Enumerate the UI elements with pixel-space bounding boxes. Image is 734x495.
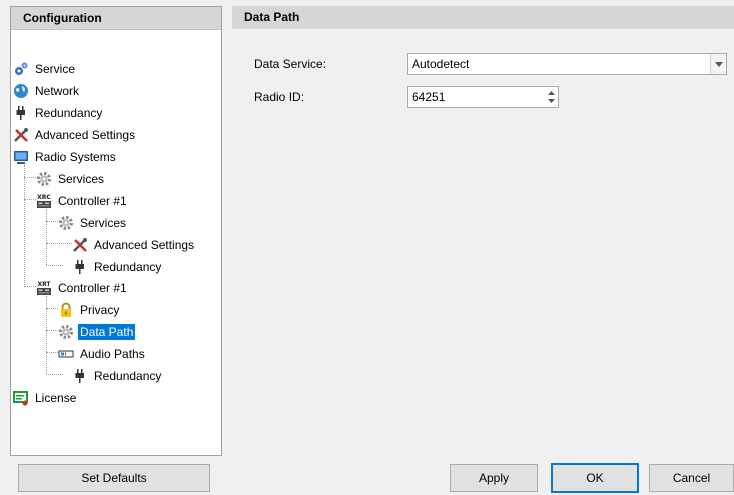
data-path-panel: Data Path Data Service: Autodetect Radio… xyxy=(232,6,734,456)
data-service-label: Data Service: xyxy=(254,57,327,71)
data-service-combobox[interactable]: Autodetect xyxy=(407,53,727,75)
tree-item-xrt-redundancy[interactable]: Redundancy xyxy=(72,366,163,385)
plug-icon xyxy=(13,105,29,121)
gear-icon xyxy=(36,171,52,187)
xrc-controller-icon: XRC xyxy=(36,193,52,209)
plug-icon xyxy=(72,368,88,384)
svg-text:XRC: XRC xyxy=(37,194,51,201)
gear-icon xyxy=(58,324,74,340)
tree-item-xrc-services[interactable]: Services xyxy=(58,213,128,232)
tree-item-controller-xrt[interactable]: XRT Controller #1 xyxy=(36,278,129,297)
tree-item-advanced-settings[interactable]: Advanced Settings xyxy=(13,125,137,144)
audio-path-icon xyxy=(58,346,74,362)
configuration-panel: Configuration Service Network Redundancy… xyxy=(10,6,222,456)
tools-icon xyxy=(13,127,29,143)
data-service-value: Autodetect xyxy=(412,57,470,71)
tree-item-xrc-advanced-settings[interactable]: Advanced Settings xyxy=(72,235,196,254)
tree-item-network[interactable]: Network xyxy=(13,81,81,100)
globe-icon xyxy=(13,83,29,99)
monitor-icon xyxy=(13,149,29,165)
tree-item-xrc-redundancy[interactable]: Redundancy xyxy=(72,257,163,276)
tools-icon xyxy=(72,237,88,253)
radio-id-value: 64251 xyxy=(412,90,446,104)
set-defaults-button[interactable]: Set Defaults xyxy=(18,464,210,492)
svg-text:XRT: XRT xyxy=(37,281,51,288)
configuration-tree: Service Network Redundancy Advanced Sett… xyxy=(11,30,221,455)
chevron-down-icon[interactable] xyxy=(710,54,726,74)
gear-icon xyxy=(58,215,74,231)
tree-item-controller-xrc[interactable]: XRC Controller #1 xyxy=(36,191,129,210)
panel-title: Data Path xyxy=(232,6,734,29)
tree-item-services[interactable]: Services xyxy=(36,169,106,188)
gears-icon xyxy=(13,61,29,77)
tree-item-license[interactable]: License xyxy=(13,388,78,407)
spinner-arrows-icon[interactable] xyxy=(544,87,558,107)
lock-icon xyxy=(58,302,74,318)
tree-item-data-path[interactable]: Data Path xyxy=(58,322,136,341)
configuration-header: Configuration xyxy=(11,7,221,30)
tree-item-radio-systems[interactable]: Radio Systems xyxy=(13,147,118,166)
cancel-button[interactable]: Cancel xyxy=(649,464,734,492)
xrt-controller-icon: XRT xyxy=(36,280,52,296)
license-icon xyxy=(13,390,29,406)
apply-button[interactable]: Apply xyxy=(450,464,538,492)
plug-icon xyxy=(72,259,88,275)
tree-item-audio-paths[interactable]: Audio Paths xyxy=(58,344,147,363)
tree-item-privacy[interactable]: Privacy xyxy=(58,300,121,319)
ok-button[interactable]: OK xyxy=(551,463,639,493)
radio-id-spinner[interactable]: 64251 xyxy=(407,86,559,108)
tree-item-redundancy[interactable]: Redundancy xyxy=(13,103,104,122)
radio-id-label: Radio ID: xyxy=(254,90,305,104)
tree-item-service[interactable]: Service xyxy=(13,59,77,78)
